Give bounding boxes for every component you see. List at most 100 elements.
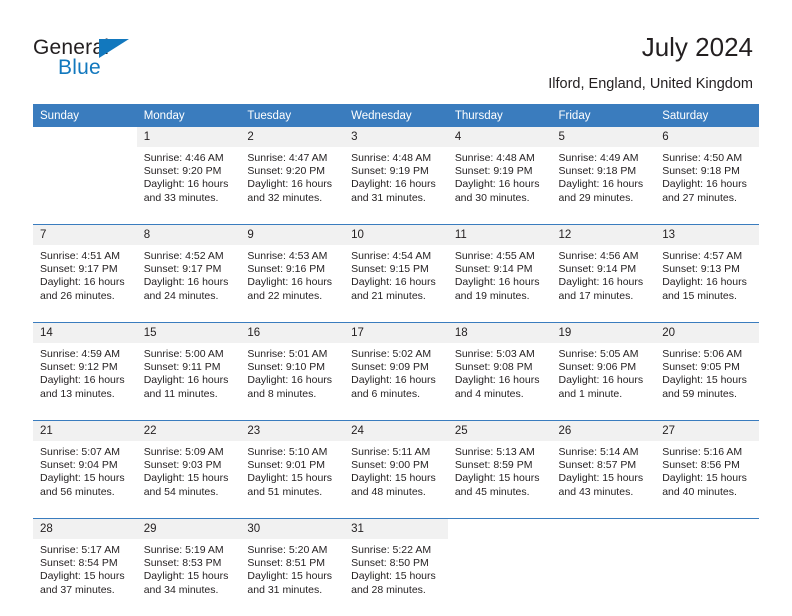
day-number[interactable]: 19 (551, 323, 656, 343)
day-number[interactable]: 15 (136, 323, 241, 343)
daylight-text-line2: and 4 minutes. (454, 387, 524, 400)
day-cell[interactable]: Sunrise: 4:53 AM Sunset: 9:16 PM Dayligh… (240, 245, 345, 322)
day-cell[interactable] (33, 147, 137, 224)
day-cell[interactable]: Sunrise: 5:09 AM Sunset: 9:03 PM Dayligh… (136, 441, 241, 518)
weekday-header-friday: Friday (551, 104, 656, 127)
daylight-text-line1: Daylight: 16 hours (247, 276, 333, 289)
day-number[interactable]: 28 (33, 519, 137, 539)
day-number[interactable]: 13 (655, 225, 759, 245)
day-cell[interactable] (551, 539, 656, 616)
day-number[interactable]: 9 (240, 225, 345, 245)
day-number[interactable] (551, 519, 656, 539)
day-number[interactable] (655, 519, 759, 539)
day-cell[interactable]: Sunrise: 5:06 AM Sunset: 9:05 PM Dayligh… (655, 343, 759, 420)
day-cell[interactable]: Sunrise: 5:03 AM Sunset: 9:08 PM Dayligh… (447, 343, 552, 420)
sunrise-text: Sunrise: 5:17 AM (40, 544, 120, 556)
day-number[interactable] (447, 519, 552, 539)
daylight-text-line2: and 28 minutes. (351, 583, 426, 596)
day-cell[interactable]: Sunrise: 5:19 AM Sunset: 8:53 PM Dayligh… (136, 539, 241, 616)
daylight-text-line2: and 34 minutes. (143, 583, 219, 596)
weekday-header-monday: Monday (136, 104, 241, 127)
weekday-header-thursday: Thursday (447, 104, 552, 127)
day-number[interactable]: 3 (344, 127, 448, 147)
day-number[interactable]: 21 (33, 421, 137, 441)
day-cell[interactable]: Sunrise: 4:47 AM Sunset: 9:20 PM Dayligh… (240, 147, 345, 224)
day-cell[interactable]: Sunrise: 5:07 AM Sunset: 9:04 PM Dayligh… (33, 441, 137, 518)
sunrise-text: Sunrise: 4:52 AM (143, 250, 224, 262)
day-cell[interactable]: Sunrise: 5:10 AM Sunset: 9:01 PM Dayligh… (240, 441, 345, 518)
day-cell[interactable]: Sunrise: 5:13 AM Sunset: 8:59 PM Dayligh… (447, 441, 552, 518)
day-cell[interactable]: Sunrise: 5:20 AM Sunset: 8:51 PM Dayligh… (240, 539, 345, 616)
day-cell[interactable]: Sunrise: 5:00 AM Sunset: 9:11 PM Dayligh… (136, 343, 241, 420)
sunrise-text: Sunrise: 4:53 AM (247, 250, 328, 262)
day-number[interactable]: 2 (240, 127, 345, 147)
triangle-icon (99, 39, 129, 58)
day-cell[interactable]: Sunrise: 5:22 AM Sunset: 8:50 PM Dayligh… (344, 539, 448, 616)
sunset-text: Sunset: 9:00 PM (351, 459, 429, 472)
sunrise-text: Sunrise: 4:57 AM (662, 250, 743, 262)
daylight-text-line1: Daylight: 16 hours (247, 178, 333, 191)
day-cell[interactable]: Sunrise: 5:05 AM Sunset: 9:06 PM Dayligh… (551, 343, 656, 420)
day-number[interactable]: 31 (344, 519, 448, 539)
day-cell[interactable]: Sunrise: 4:51 AM Sunset: 9:17 PM Dayligh… (33, 245, 137, 322)
day-cell[interactable]: Sunrise: 5:02 AM Sunset: 9:09 PM Dayligh… (344, 343, 448, 420)
day-number[interactable]: 8 (136, 225, 241, 245)
day-cell[interactable] (655, 539, 759, 616)
day-number[interactable]: 20 (655, 323, 759, 343)
day-cell[interactable]: Sunrise: 4:57 AM Sunset: 9:13 PM Dayligh… (655, 245, 759, 322)
day-number[interactable]: 14 (33, 323, 137, 343)
day-number[interactable]: 6 (655, 127, 759, 147)
week-row-daynums: 21 22 23 24 25 26 27 (33, 421, 759, 441)
day-number[interactable]: 1 (136, 127, 241, 147)
daylight-text-line1: Daylight: 15 hours (40, 570, 125, 583)
daylight-text-line2: and 21 minutes. (351, 289, 426, 302)
day-number[interactable]: 11 (447, 225, 552, 245)
week-row-daynums: 7 8 9 10 11 12 13 (33, 225, 759, 245)
day-cell[interactable]: Sunrise: 4:49 AM Sunset: 9:18 PM Dayligh… (551, 147, 656, 224)
day-cell[interactable]: Sunrise: 4:48 AM Sunset: 9:19 PM Dayligh… (447, 147, 552, 224)
sunrise-text: Sunrise: 5:03 AM (454, 348, 535, 360)
day-number[interactable]: 23 (240, 421, 345, 441)
day-number[interactable]: 18 (447, 323, 552, 343)
day-cell[interactable]: Sunrise: 4:54 AM Sunset: 9:15 PM Dayligh… (344, 245, 448, 322)
day-number[interactable]: 27 (655, 421, 759, 441)
day-number[interactable]: 17 (344, 323, 448, 343)
day-number[interactable]: 29 (136, 519, 241, 539)
day-cell[interactable]: Sunrise: 4:55 AM Sunset: 9:14 PM Dayligh… (447, 245, 552, 322)
day-number[interactable]: 16 (240, 323, 345, 343)
day-cell[interactable] (447, 539, 552, 616)
day-number[interactable]: 5 (551, 127, 656, 147)
day-cell[interactable]: Sunrise: 5:17 AM Sunset: 8:54 PM Dayligh… (33, 539, 137, 616)
day-number[interactable]: 24 (344, 421, 448, 441)
day-number[interactable]: 22 (136, 421, 241, 441)
day-cell[interactable]: Sunrise: 4:48 AM Sunset: 9:19 PM Dayligh… (344, 147, 448, 224)
day-number[interactable]: 25 (447, 421, 552, 441)
daylight-text-line1: Daylight: 15 hours (662, 472, 747, 485)
day-number[interactable]: 4 (447, 127, 552, 147)
daylight-text-line1: Daylight: 16 hours (247, 374, 333, 387)
sunset-text: Sunset: 9:03 PM (143, 459, 222, 472)
week-row-daynums: 28 29 30 31 (33, 519, 759, 539)
day-number[interactable]: 12 (551, 225, 656, 245)
day-number[interactable]: 7 (33, 225, 137, 245)
daylight-text-line1: Daylight: 15 hours (247, 472, 333, 485)
day-number[interactable]: 26 (551, 421, 656, 441)
day-cell[interactable]: Sunrise: 5:14 AM Sunset: 8:57 PM Dayligh… (551, 441, 656, 518)
general-blue-logo[interactable]: General Blue (33, 36, 233, 86)
day-number[interactable] (33, 127, 137, 147)
sunset-text: Sunset: 8:54 PM (40, 557, 118, 570)
day-cell[interactable]: Sunrise: 5:16 AM Sunset: 8:56 PM Dayligh… (655, 441, 759, 518)
day-cell[interactable]: Sunrise: 4:59 AM Sunset: 9:12 PM Dayligh… (33, 343, 137, 420)
day-cell[interactable]: Sunrise: 4:52 AM Sunset: 9:17 PM Dayligh… (136, 245, 241, 322)
sunrise-text: Sunrise: 4:55 AM (454, 250, 535, 262)
day-cell[interactable]: Sunrise: 4:50 AM Sunset: 9:18 PM Dayligh… (655, 147, 759, 224)
daylight-text-line1: Daylight: 16 hours (351, 276, 436, 289)
day-number[interactable]: 30 (240, 519, 345, 539)
week-row-details: Sunrise: 4:46 AM Sunset: 9:20 PM Dayligh… (33, 147, 759, 224)
daylight-text-line2: and 1 minute. (558, 387, 623, 400)
day-cell[interactable]: Sunrise: 5:11 AM Sunset: 9:00 PM Dayligh… (344, 441, 448, 518)
day-cell[interactable]: Sunrise: 5:01 AM Sunset: 9:10 PM Dayligh… (240, 343, 345, 420)
day-cell[interactable]: Sunrise: 4:56 AM Sunset: 9:14 PM Dayligh… (551, 245, 656, 322)
day-cell[interactable]: Sunrise: 4:46 AM Sunset: 9:20 PM Dayligh… (136, 147, 241, 224)
day-number[interactable]: 10 (344, 225, 448, 245)
